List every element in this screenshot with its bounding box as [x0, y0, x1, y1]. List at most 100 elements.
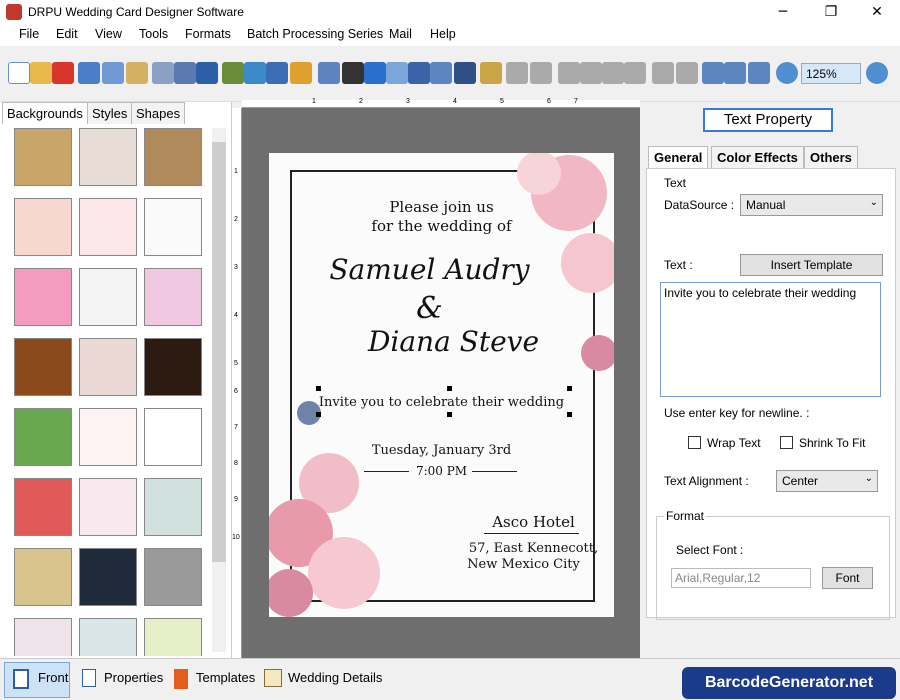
fit-icon[interactable]: [748, 62, 770, 84]
watermark-icon[interactable]: [318, 62, 340, 84]
card-address1[interactable]: 57, East Kennecott,: [361, 541, 614, 556]
line-icon[interactable]: [454, 62, 476, 84]
print-icon[interactable]: [174, 62, 196, 84]
background-thumb[interactable]: [79, 198, 137, 256]
text-icon[interactable]: [364, 62, 386, 84]
text-input[interactable]: Invite you to celebrate their wedding: [660, 282, 881, 397]
undo-icon[interactable]: [506, 62, 528, 84]
actual-size-icon[interactable]: [724, 62, 746, 84]
menu-help[interactable]: Help: [430, 27, 456, 41]
menu-edit[interactable]: Edit: [56, 27, 78, 41]
background-thumb[interactable]: [144, 128, 202, 186]
cut-icon[interactable]: [558, 62, 580, 84]
card-address2[interactable]: New Mexico City: [351, 557, 614, 572]
font-field[interactable]: Arial,Regular,12: [671, 568, 811, 588]
background-thumb[interactable]: [79, 478, 137, 536]
card-line2[interactable]: for the wedding of: [269, 217, 614, 235]
datasource-select[interactable]: Manual ⌄: [740, 194, 883, 216]
tab-styles[interactable]: Styles: [87, 102, 133, 124]
background-thumb[interactable]: [14, 338, 72, 396]
menu-tools[interactable]: Tools: [139, 27, 168, 41]
selection-handle[interactable]: [567, 386, 572, 391]
page-icon[interactable]: [152, 62, 174, 84]
tab-shapes[interactable]: Shapes: [131, 102, 186, 124]
background-thumb[interactable]: [144, 408, 202, 466]
email-icon[interactable]: [430, 62, 452, 84]
background-thumb[interactable]: [144, 478, 202, 536]
card-ampersand[interactable]: &: [269, 291, 602, 326]
text-property-button[interactable]: Text Property: [703, 108, 833, 132]
templates-icon[interactable]: [174, 669, 188, 689]
tab-backgrounds[interactable]: Backgrounds: [2, 102, 88, 124]
background-thumb[interactable]: [144, 268, 202, 326]
database-icon[interactable]: [480, 62, 502, 84]
selection-handle[interactable]: [316, 412, 321, 417]
grid-icon[interactable]: [702, 62, 724, 84]
delete-icon[interactable]: [624, 62, 646, 84]
new-icon[interactable]: [8, 62, 30, 84]
copy-icon[interactable]: [580, 62, 602, 84]
background-thumb[interactable]: [14, 198, 72, 256]
background-thumb[interactable]: [79, 548, 137, 606]
insert-template-button[interactable]: Insert Template: [740, 254, 883, 276]
redo-icon[interactable]: [530, 62, 552, 84]
layers-icon[interactable]: [196, 62, 218, 84]
background-thumb[interactable]: [14, 548, 72, 606]
background-thumb[interactable]: [144, 198, 202, 256]
card-line1[interactable]: Please join us: [269, 198, 614, 216]
save-icon[interactable]: [78, 62, 100, 84]
background-thumb[interactable]: [14, 478, 72, 536]
background-thumb[interactable]: [144, 548, 202, 606]
card-venue[interactable]: Asco Hotel: [361, 513, 614, 531]
image-icon[interactable]: [222, 62, 244, 84]
background-thumb[interactable]: [144, 618, 202, 656]
background-thumb[interactable]: [14, 268, 72, 326]
shape-icon[interactable]: [290, 62, 312, 84]
wedding-card[interactable]: Please join us for the wedding of Samuel…: [269, 153, 614, 617]
templates-tab[interactable]: Templates: [196, 670, 255, 685]
card-time[interactable]: 7:00 PM: [269, 464, 614, 478]
wrap-text-checkbox[interactable]: [688, 436, 701, 449]
zoom-select[interactable]: 125%▼: [801, 63, 876, 84]
close-file-icon[interactable]: [52, 62, 74, 84]
gallery-scroll-thumb[interactable]: [212, 142, 226, 562]
export-icon[interactable]: [126, 62, 148, 84]
paste-icon[interactable]: [602, 62, 624, 84]
selection-handle[interactable]: [447, 386, 452, 391]
tab-general[interactable]: General: [648, 146, 709, 168]
save-as-icon[interactable]: [102, 62, 124, 84]
card-date[interactable]: Tuesday, January 3rd: [269, 443, 614, 458]
menu-batch[interactable]: Batch Processing Series: [247, 27, 383, 41]
font-button[interactable]: Font: [822, 567, 873, 589]
pen-icon[interactable]: [266, 62, 288, 84]
menu-formats[interactable]: Formats: [185, 27, 231, 41]
background-thumb[interactable]: [14, 128, 72, 186]
properties-icon[interactable]: [82, 669, 96, 687]
close-button[interactable]: ✕: [854, 0, 900, 24]
open-icon[interactable]: [30, 62, 52, 84]
zoom-in-icon[interactable]: [776, 62, 798, 84]
minimize-button[interactable]: ─: [760, 0, 806, 24]
background-thumb[interactable]: [79, 128, 137, 186]
menu-view[interactable]: View: [95, 27, 122, 41]
background-thumb[interactable]: [14, 618, 72, 656]
bring-front-icon[interactable]: [652, 62, 674, 84]
card-groom-name[interactable]: Samuel Audry: [269, 253, 602, 286]
word-art-icon[interactable]: [386, 62, 408, 84]
background-thumb[interactable]: [144, 338, 202, 396]
wedding-details-icon[interactable]: [264, 669, 282, 687]
menu-mail[interactable]: Mail: [389, 27, 412, 41]
selection-handle[interactable]: [447, 412, 452, 417]
properties-tab[interactable]: Properties: [104, 670, 163, 685]
tab-others[interactable]: Others: [804, 146, 858, 168]
tab-color-effects[interactable]: Color Effects: [711, 146, 804, 168]
zoom-out-icon[interactable]: [866, 62, 888, 84]
signature-icon[interactable]: [408, 62, 430, 84]
text-alignment-select[interactable]: Center ⌄: [776, 470, 878, 492]
background-thumb[interactable]: [79, 268, 137, 326]
maximize-button[interactable]: ❐: [808, 0, 854, 24]
menu-file[interactable]: File: [19, 27, 39, 41]
picture-icon[interactable]: [244, 62, 266, 84]
card-bride-name[interactable]: Diana Steve: [281, 325, 614, 358]
selection-handle[interactable]: [567, 412, 572, 417]
